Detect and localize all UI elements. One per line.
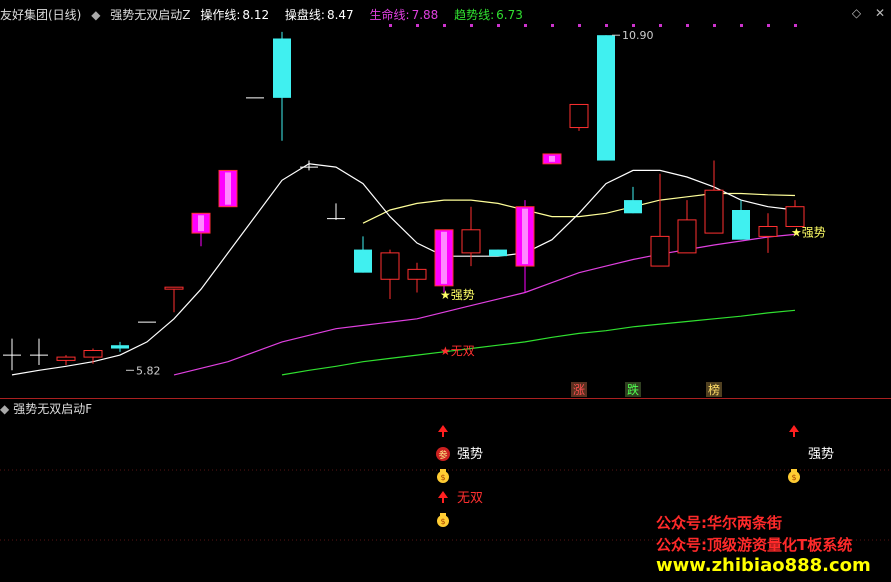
price-annotation: 10.90 (622, 29, 654, 42)
top-dot-marker (497, 24, 500, 27)
money-bag-icon (440, 469, 446, 472)
sub-signal-label: 无双 (457, 491, 483, 506)
candle-body (569, 103, 589, 129)
candle-body (111, 345, 129, 349)
top-dot-marker (578, 24, 581, 27)
signal-label: ★强势 (791, 225, 826, 239)
signal-label: ★无双 (440, 344, 475, 358)
money-bag-icon: $ (440, 473, 445, 482)
candle-body (461, 229, 481, 254)
candle-body (624, 200, 642, 214)
money-bag-icon (791, 469, 797, 472)
life-line (173, 233, 796, 376)
money-bag-icon (440, 513, 446, 516)
candle-body (785, 206, 805, 227)
sub-indicator-arrow-icon[interactable]: ◆ (0, 402, 9, 416)
operate-line (362, 192, 796, 224)
top-dot-marker (767, 24, 770, 27)
watermark-line-2: 公众号:顶级游资量化T板系统 (656, 536, 853, 554)
top-dot-marker (713, 24, 716, 27)
top-dot-marker (389, 24, 392, 27)
sub-panel-title[interactable]: 强势无双启动F (13, 402, 92, 416)
top-dot-marker (470, 24, 473, 27)
chart-window: 友好集团(日线) ◆ 强势无双启动Z 操作线: 8.12 操盘线: 8.47 生命线… (0, 0, 891, 582)
candle-highlight (225, 172, 231, 205)
candle-body (732, 210, 750, 240)
candle-body (273, 38, 291, 98)
money-bag-icon: $ (440, 517, 445, 526)
top-dot-marker (659, 24, 662, 27)
candle-body (56, 356, 76, 361)
watermark-line-1: 公众号:华尔两条街 (656, 514, 782, 532)
candle-highlight (198, 215, 204, 232)
top-dot-marker (551, 24, 554, 27)
bottom-label: 跌 (627, 382, 639, 397)
candle-body (677, 219, 697, 254)
top-dot-marker (605, 24, 608, 27)
candle-body (354, 249, 372, 273)
signal-coin-label: 参 (438, 449, 447, 461)
candlestick-chart: 5.82 10.90 ★强势 ★无双 ★强势涨 跌 榜参 $ $ 强势无双 $ 强势 (0, 24, 891, 541)
candle-body (489, 249, 507, 257)
candle-body (650, 235, 670, 267)
candle-body (407, 268, 427, 280)
sub-panel-header: ◆ 强势无双启动F (0, 400, 92, 417)
bottom-label: 榜 (708, 382, 720, 397)
sub-signal-label: 强势 (457, 446, 483, 462)
top-dot-marker (632, 24, 635, 27)
candle-body (164, 286, 184, 290)
top-dot-marker (416, 24, 419, 27)
candle-body (597, 35, 615, 161)
sub-signal-label: 强势 (808, 446, 834, 462)
bottom-label: 涨 (573, 382, 585, 397)
top-dot-marker (794, 24, 797, 27)
top-dot-marker (524, 24, 527, 27)
candle-body (704, 189, 724, 234)
signal-label: ★强势 (440, 288, 475, 302)
top-dot-marker (686, 24, 689, 27)
top-dot-marker (740, 24, 743, 27)
candle-highlight (522, 208, 528, 265)
trade-line (11, 163, 796, 376)
trend-line (281, 309, 796, 376)
money-bag-icon: $ (791, 473, 796, 482)
watermark-line-3: www.zhibiao888.com (656, 555, 871, 576)
candle-body (83, 350, 103, 358)
candle-highlight (549, 155, 555, 162)
top-dot-marker (443, 24, 446, 27)
price-annotation: 5.82 (136, 364, 161, 377)
candle-body (758, 225, 778, 237)
candle-highlight (441, 231, 447, 284)
candle-body (380, 252, 400, 280)
